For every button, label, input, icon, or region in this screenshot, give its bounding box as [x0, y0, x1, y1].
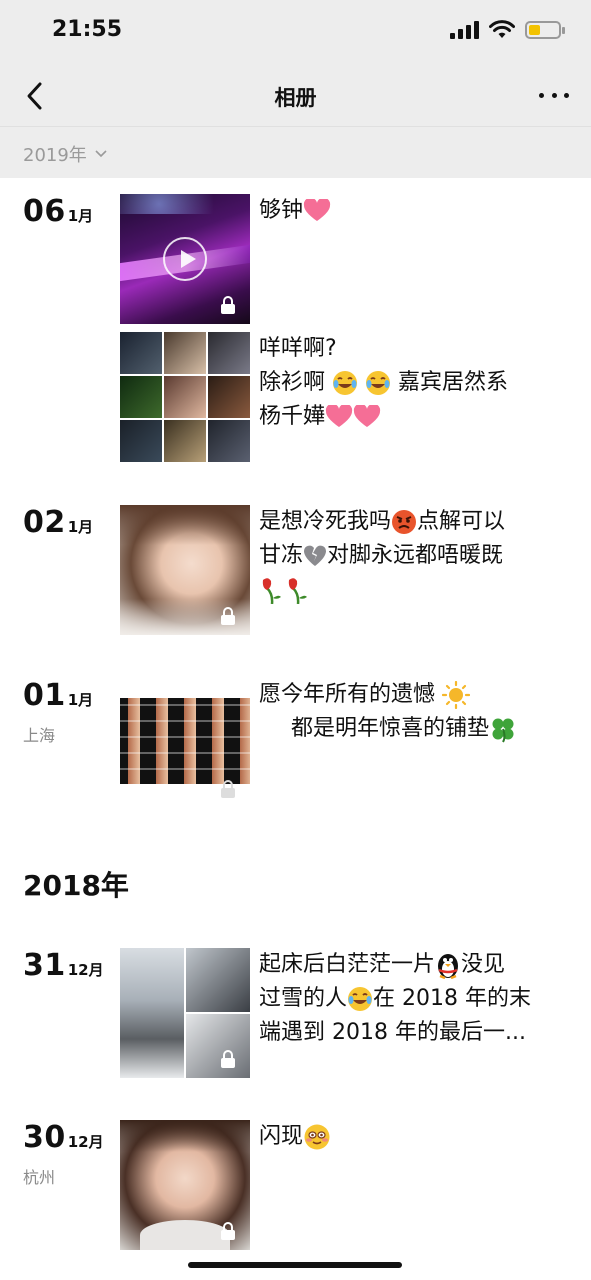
pink-heart-icon: [353, 405, 381, 427]
signal-icon: [450, 21, 479, 39]
entry-month: 12月: [67, 961, 104, 979]
caption-line: 愿今年所有的遗憾: [259, 682, 436, 707]
entry-month: 12月: [67, 1133, 104, 1151]
entry-caption: 闪现: [259, 1120, 559, 1154]
entry-month: 1月: [67, 207, 94, 225]
blushing-face-icon: [304, 1124, 330, 1150]
entry-date: 31 12月: [23, 948, 104, 983]
caption-line: 起床后白茫茫一片: [259, 952, 436, 977]
play-icon: [163, 237, 207, 281]
year-filter-button[interactable]: 2019年: [23, 141, 107, 167]
entry-location: 杭州: [23, 1168, 56, 1187]
entry-caption: 是想冷死我吗 点解可以 甘冻 对脚永远都唔暖既: [259, 505, 559, 607]
entry-day: 31: [23, 948, 66, 983]
entry-caption: 起床后白茫茫一片 没见 过雪的人在 2018 年的末 端遇到 2018 年的最后一…: [259, 948, 559, 1050]
laughing-tears-icon: [348, 987, 373, 1011]
entry-date: 06 1月: [23, 194, 93, 229]
entry-caption: 咩咩啊? 除衫啊 嘉宾居然系 杨千嬅: [259, 332, 559, 434]
caption-line: 在 2018 年的末: [373, 986, 531, 1011]
video-thumbnail[interactable]: [120, 194, 250, 324]
more-dots-icon[interactable]: [539, 88, 569, 102]
entry-day: 30: [23, 1120, 66, 1155]
caption-line: 除衫啊: [259, 370, 326, 395]
lock-icon: [221, 296, 235, 314]
entry-date: 30 12月: [23, 1120, 104, 1155]
caption-line: 杨千嬅: [259, 404, 326, 429]
wilted-flower-icon: [262, 578, 281, 604]
laughing-tears-icon: [333, 371, 358, 395]
photo-grid-thumbnail[interactable]: [120, 332, 250, 462]
photo-thumbnail[interactable]: [120, 505, 250, 635]
caption-line: 够钟: [259, 198, 304, 223]
caption-line: 对脚永远都唔暖既: [327, 543, 504, 568]
battery-icon: [525, 21, 565, 39]
caption-line: 嘉宾居然系: [398, 370, 509, 395]
year-heading: 2018年: [23, 869, 129, 902]
status-time: 21:55: [52, 17, 123, 42]
entry-day: 01: [23, 678, 66, 713]
wilted-flower-icon: [288, 578, 307, 604]
laughing-tears-icon: [366, 371, 391, 395]
pink-heart-icon: [325, 405, 353, 427]
status-bar: 21:55: [0, 0, 591, 66]
entry-date: 02 1月: [23, 505, 93, 540]
sun-icon: [442, 681, 471, 709]
caption-line: 没见: [461, 952, 506, 977]
entry-caption: 愿今年所有的遗憾 都是明年惊喜的铺垫: [259, 678, 559, 746]
home-indicator[interactable]: [188, 1262, 402, 1268]
top-bar: 21:55 相册 2019年: [0, 0, 591, 178]
year-filter-bar: 2019年: [0, 126, 591, 178]
penguin-icon: [438, 954, 459, 979]
caption-line: 闪现: [259, 1124, 304, 1149]
year-filter-label: 2019年: [23, 145, 87, 166]
caption-line: 过雪的人: [259, 986, 348, 1011]
entry-location: 上海: [23, 726, 56, 745]
caption-line: 点解可以: [417, 509, 506, 534]
wifi-icon: [489, 20, 515, 38]
caption-line: 是想冷死我吗: [259, 509, 392, 534]
nav-bar: 相册: [0, 66, 591, 126]
lock-icon: [221, 1222, 235, 1240]
photo-thumbnail[interactable]: [120, 678, 250, 808]
chevron-down-icon: [95, 150, 107, 158]
lock-icon: [221, 607, 235, 625]
caption-line: 甘冻: [259, 543, 304, 568]
broken-heart-icon: [304, 545, 327, 566]
caption-line: 咩咩啊?: [259, 336, 337, 361]
pink-heart-icon: [303, 199, 331, 221]
photo-thumbnail[interactable]: [120, 1120, 250, 1250]
caption-line: 端遇到 2018 年的最后一...: [259, 1020, 526, 1045]
entry-date: 01 1月: [23, 678, 93, 713]
page-title: 相册: [274, 86, 317, 110]
entry-month: 1月: [67, 518, 94, 536]
status-icons: [450, 20, 565, 40]
entry-month: 1月: [67, 691, 94, 709]
caption-line: 都是明年惊喜的铺垫: [291, 716, 490, 741]
entry-caption: 够钟: [259, 194, 559, 228]
entry-day: 06: [23, 194, 66, 229]
album-list[interactable]: 06 1月 够钟 咩咩啊? 除衫啊 嘉宾居然系 杨千嬅 02 1月 是想冷死我吗…: [0, 178, 591, 1280]
photo-grid-thumbnail[interactable]: [120, 948, 250, 1078]
entry-day: 02: [23, 505, 66, 540]
lock-icon: [221, 1050, 235, 1068]
angry-face-icon: [392, 510, 417, 534]
four-leaf-clover-icon: [492, 718, 514, 743]
lock-icon: [221, 780, 235, 798]
